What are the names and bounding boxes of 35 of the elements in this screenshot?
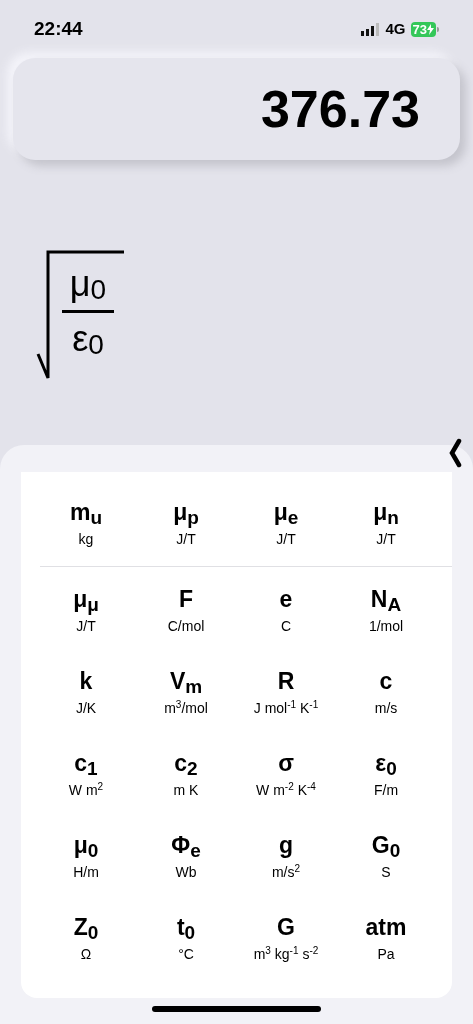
constant-key[interactable]: V$_{m}$ m$^{3}$/mol <box>136 657 236 727</box>
constant-key[interactable]: μ$_{μ}$ J/T <box>36 575 136 645</box>
denominator: ε$_{0}$ <box>72 317 104 361</box>
square-root-icon <box>36 250 126 380</box>
constant-key[interactable]: G m$^{3}$ kg$^{-1}$ s$^{-2}$ <box>236 903 336 973</box>
constant-key[interactable]: N$_{A}$ 1/mol <box>336 575 436 645</box>
constant-key[interactable]: t$_{0}$ °C <box>136 903 236 973</box>
constant-key[interactable]: c m/s <box>336 657 436 727</box>
chevron-left-icon[interactable] <box>448 438 462 468</box>
fraction-bar <box>62 310 114 313</box>
constant-key[interactable]: g m/s$^{2}$ <box>236 821 336 891</box>
network-label: 4G <box>385 18 406 39</box>
constant-key[interactable]: ε$_{0}$ F/m <box>336 739 436 809</box>
constant-key[interactable]: e C <box>236 575 336 645</box>
constant-key[interactable]: μ$_{e}$ J/T <box>236 488 336 558</box>
result-value: 376.73 <box>260 83 420 135</box>
constant-key[interactable]: k J/K <box>36 657 136 727</box>
constant-key[interactable]: μ$_{0}$ H/m <box>36 821 136 891</box>
constant-key[interactable]: m$_{u}$ kg <box>36 488 136 558</box>
constant-key[interactable]: atm Pa <box>336 903 436 973</box>
status-time: 22:44 <box>34 16 83 41</box>
constant-key[interactable]: R J mol$^{-1}$ K$^{-1}$ <box>236 657 336 727</box>
constant-key[interactable]: μ$_{p}$ J/T <box>136 488 236 558</box>
constant-key[interactable]: Z$_{0}$ Ω <box>36 903 136 973</box>
constant-key[interactable]: Φ$_{e}$ Wb <box>136 821 236 891</box>
constant-key[interactable]: G$_{0}$ S <box>336 821 436 891</box>
constant-key[interactable]: F C/mol <box>136 575 236 645</box>
signal-icon <box>360 22 381 36</box>
charging-bolt-icon <box>427 23 434 35</box>
battery-indicator: 73 <box>410 21 439 37</box>
constant-key[interactable]: μ$_{n}$ J/T <box>336 488 436 558</box>
constant-key[interactable]: σ W m$^{-2}$ K$^{-4}$ <box>236 739 336 809</box>
constant-key[interactable]: c$_{2}$ m K <box>136 739 236 809</box>
numerator: μ$_{0}$ <box>69 262 107 306</box>
constant-key[interactable]: c$_{1}$ W m$^{2}$ <box>36 739 136 809</box>
